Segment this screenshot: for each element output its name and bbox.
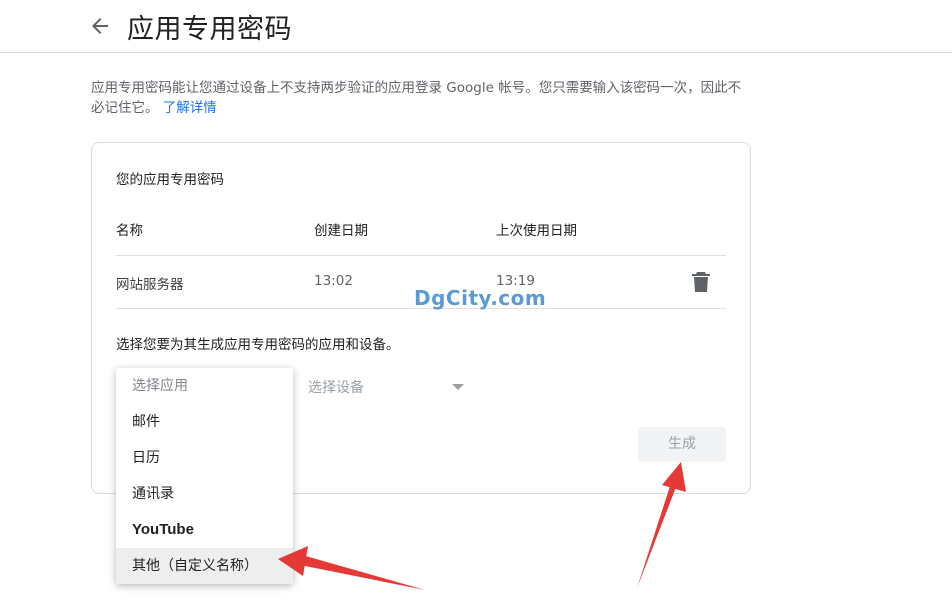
app-select-menu: 选择应用 邮件 日历 通讯录 YouTube 其他（自定义名称） bbox=[116, 368, 293, 584]
menu-item-mail[interactable]: 邮件 bbox=[116, 404, 293, 440]
table-divider bbox=[116, 255, 726, 256]
menu-item-calendar[interactable]: 日历 bbox=[116, 440, 293, 476]
arrow-back-icon[interactable] bbox=[88, 14, 112, 38]
menu-item-other-custom[interactable]: 其他（自定义名称） bbox=[116, 548, 293, 584]
menu-item-youtube[interactable]: YouTube bbox=[116, 512, 293, 548]
device-select[interactable]: 选择设备 bbox=[300, 372, 470, 402]
row-created: 13:02 bbox=[314, 273, 353, 289]
device-select-label: 选择设备 bbox=[308, 380, 364, 396]
page-header: 应用专用密码 bbox=[0, 0, 952, 53]
annotation-arrow-to-other bbox=[278, 546, 425, 590]
select-prompt: 选择您要为其生成应用专用密码的应用和设备。 bbox=[116, 337, 400, 353]
column-header-name: 名称 bbox=[116, 223, 143, 239]
watermark-text: DgCity.com bbox=[414, 286, 547, 310]
dropdown-arrow-icon bbox=[452, 384, 464, 390]
page-title: 应用专用密码 bbox=[127, 14, 292, 45]
generate-button[interactable]: 生成 bbox=[638, 427, 726, 462]
trash-icon[interactable] bbox=[691, 271, 711, 293]
row-name: 网站服务器 bbox=[116, 277, 184, 293]
menu-item-contacts[interactable]: 通讯录 bbox=[116, 476, 293, 512]
app-select-placeholder: 选择应用 bbox=[132, 378, 188, 394]
column-header-last-used: 上次使用日期 bbox=[496, 223, 577, 239]
learn-more-link[interactable]: 了解详情 bbox=[163, 100, 217, 116]
card-title: 您的应用专用密码 bbox=[116, 172, 224, 188]
intro-text: 应用专用密码能让您通过设备上不支持两步验证的应用登录 Google 帐号。您只需… bbox=[91, 78, 751, 118]
column-header-created: 创建日期 bbox=[314, 223, 368, 239]
